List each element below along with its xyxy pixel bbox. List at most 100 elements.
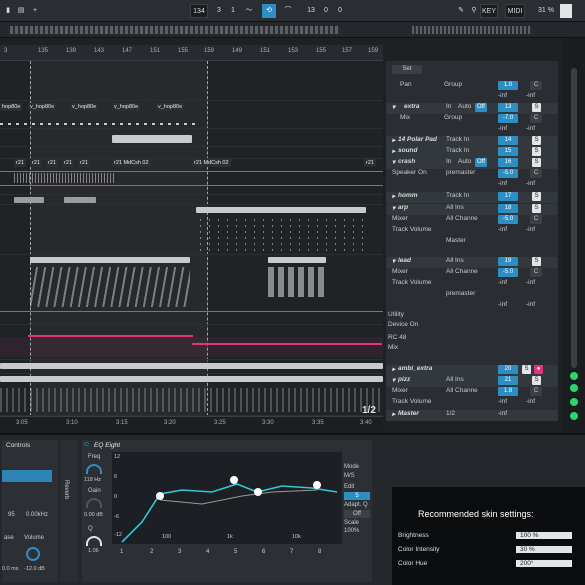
- track-number[interactable]: 16: [498, 158, 518, 167]
- param-label[interactable]: Mixer: [392, 387, 408, 394]
- clip[interactable]: [14, 197, 44, 203]
- routing-label[interactable]: All Ins: [446, 204, 464, 211]
- expand-icon[interactable]: ▾: [392, 103, 395, 111]
- track-number[interactable]: 17: [498, 192, 518, 201]
- track-name[interactable]: arp: [398, 204, 408, 211]
- lane-pan[interactable]: hop80e: [0, 61, 383, 111]
- set-button[interactable]: Set: [392, 65, 422, 74]
- color-hue-value[interactable]: 200°: [516, 560, 572, 567]
- track-name[interactable]: sound: [398, 147, 418, 154]
- monitor-auto[interactable]: Auto: [458, 158, 471, 165]
- arm-icon[interactable]: ●: [534, 365, 543, 374]
- expand-icon[interactable]: ▸: [392, 136, 395, 144]
- band-handle-5[interactable]: [254, 488, 262, 496]
- expand-icon[interactable]: ▾: [392, 376, 395, 384]
- routing-label[interactable]: 1/2: [446, 410, 455, 417]
- expand-icon[interactable]: ▸: [392, 147, 395, 155]
- edit-value[interactable]: 5: [344, 492, 370, 500]
- status-dot-icon[interactable]: [570, 398, 578, 406]
- track-header-pizz[interactable]: ▾ pizz All Ins 21 S: [386, 376, 558, 387]
- solo-button[interactable]: S: [532, 376, 541, 385]
- pan-center[interactable]: C: [530, 268, 542, 277]
- volume-value[interactable]: -5.0: [498, 169, 518, 178]
- lane-arp[interactable]: [0, 205, 383, 255]
- clip[interactable]: [268, 257, 326, 263]
- routing-label[interactable]: Track In: [446, 192, 469, 199]
- lane-homm[interactable]: [0, 195, 383, 205]
- track-name[interactable]: homm: [398, 192, 418, 199]
- clip[interactable]: [196, 207, 366, 213]
- time-ruler[interactable]: 3:05 3:10 3:15 3:20 3:25 3:30 3:35 3:40: [0, 416, 383, 430]
- band-label[interactable]: 7: [290, 549, 293, 555]
- expand-icon[interactable]: ▸: [392, 192, 395, 200]
- freq-knob[interactable]: [86, 464, 102, 474]
- clip-label[interactable]: r21 MdCsh 02: [192, 159, 231, 167]
- volume-value[interactable]: -5.0: [498, 215, 518, 224]
- track-name[interactable]: lead: [398, 257, 411, 264]
- track-number[interactable]: 13: [498, 103, 518, 112]
- pan-center[interactable]: C: [530, 169, 542, 178]
- routing-label[interactable]: Master: [446, 237, 466, 244]
- solo-button[interactable]: S: [532, 257, 541, 266]
- param-label[interactable]: Mixer: [392, 215, 408, 222]
- arrangement-view[interactable]: hop80e hop80e v_hop80e v_hop80e v_hop80e…: [0, 61, 383, 416]
- lane-crash[interactable]: r21 r21 r21 r21 r21 r21 MdCsh 02 r21 MdC…: [0, 159, 383, 195]
- volume-value[interactable]: -5.0: [498, 268, 518, 277]
- track-number[interactable]: 18: [498, 204, 518, 213]
- midi-map-button[interactable]: MIDI: [505, 4, 525, 18]
- vertical-scrollbar[interactable]: [563, 38, 585, 433]
- pan-center[interactable]: C: [530, 81, 542, 90]
- band-label[interactable]: 1: [120, 549, 123, 555]
- param-label[interactable]: Mix: [388, 344, 398, 351]
- time-beat[interactable]: 0: [321, 4, 331, 18]
- track-header-arp[interactable]: ▾ arp All Ins 18 S: [386, 204, 558, 215]
- lane-utility[interactable]: [0, 325, 383, 360]
- status-dot-icon[interactable]: [570, 412, 578, 420]
- clip-label[interactable]: hop80e: [0, 103, 23, 111]
- routing-label[interactable]: All Ins: [446, 257, 464, 264]
- param-label[interactable]: Mixer: [392, 268, 408, 275]
- track-number[interactable]: 21: [498, 376, 518, 385]
- routing-label[interactable]: Track In: [446, 147, 469, 154]
- solo-button[interactable]: S: [532, 204, 541, 213]
- track-header-extra[interactable]: ▾ extra In Auto Off 13 S: [386, 103, 558, 114]
- lane-ambi-extra[interactable]: [0, 360, 383, 374]
- status-dot-icon[interactable]: [570, 372, 578, 380]
- band-label[interactable]: 6: [262, 549, 265, 555]
- time-bar[interactable]: 13: [305, 4, 317, 18]
- pan-center[interactable]: C: [530, 387, 542, 396]
- lane-pizz[interactable]: [0, 374, 383, 416]
- band-label[interactable]: 3: [178, 549, 181, 555]
- draw-mode-icon[interactable]: ⌒: [281, 4, 295, 18]
- eq-graph[interactable]: 12 6 0 -6 -12 100 1k 10k: [112, 452, 342, 544]
- band-handle-1[interactable]: [156, 492, 164, 500]
- track-header-master[interactable]: ▸ Master 1/2 -inf: [386, 410, 558, 421]
- track-name[interactable]: Master: [398, 410, 419, 417]
- track-number[interactable]: 14: [498, 136, 518, 145]
- eq-curve[interactable]: [112, 452, 342, 544]
- routing-label[interactable]: premaster: [446, 169, 475, 176]
- beat-ruler[interactable]: 3 135 139 143 147 151 155 159 149 151 15…: [0, 45, 383, 61]
- status-dot-icon[interactable]: [570, 384, 578, 392]
- scale-value[interactable]: 100%: [344, 528, 359, 534]
- pan-center[interactable]: C: [530, 114, 542, 123]
- routing-label[interactable]: premaster: [446, 290, 475, 297]
- track-header-homm[interactable]: ▸ homm Track In 17 S: [386, 192, 558, 203]
- time-sixteenth[interactable]: 0: [335, 4, 345, 18]
- expand-icon[interactable]: ▾: [392, 204, 395, 212]
- track-name[interactable]: crash: [398, 158, 415, 165]
- solo-button[interactable]: S: [532, 136, 541, 145]
- clip-label[interactable]: v_hop80e: [70, 103, 99, 111]
- tempo-field[interactable]: 134: [190, 4, 208, 18]
- arrangement-overview[interactable]: [0, 22, 585, 38]
- expand-icon[interactable]: ▾: [392, 257, 395, 265]
- track-number[interactable]: 20: [498, 365, 518, 374]
- zoom-label[interactable]: 1/2: [362, 405, 376, 416]
- q-knob[interactable]: [86, 536, 102, 546]
- sidebar-icon[interactable]: ▤: [16, 4, 26, 18]
- metronome-icon[interactable]: 〜: [242, 4, 256, 18]
- lane-polar-pad[interactable]: [0, 131, 383, 147]
- track-header-polar-pad[interactable]: ▸ 14 Polar Pad Track In 14 S: [386, 136, 558, 147]
- clip-label[interactable]: v_hop80e: [112, 103, 141, 111]
- track-number[interactable]: 19: [498, 257, 518, 266]
